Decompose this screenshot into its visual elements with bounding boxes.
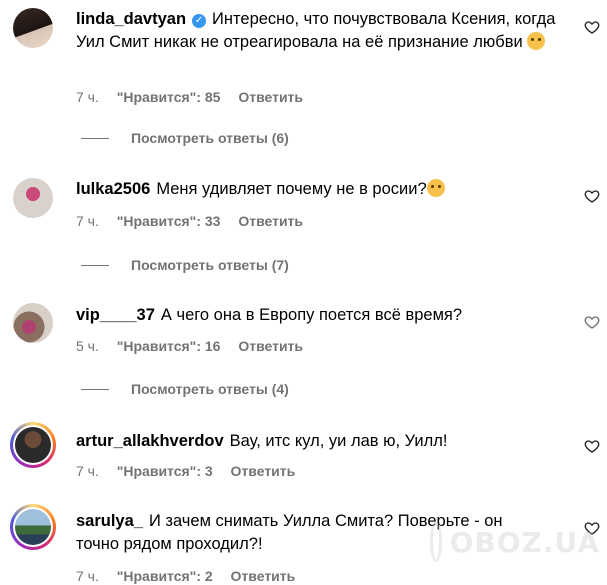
view-replies-button[interactable]: Посмотреть ответы (4) xyxy=(81,381,289,397)
username[interactable]: linda_davtyan xyxy=(76,10,186,28)
comment-text: Вау, итс кул, уи лав ю, Уилл! xyxy=(229,432,448,450)
comment-body: vip____37 А чего она в Европу поется всё … xyxy=(76,304,556,327)
hugging-face-icon xyxy=(527,32,546,50)
view-replies-button[interactable]: Посмотреть ответы (6) xyxy=(81,130,289,146)
avatar[interactable] xyxy=(13,8,53,48)
comment-meta: 7 ч. "Нравится": 3 Ответить xyxy=(76,463,309,479)
reply-button[interactable]: Ответить xyxy=(238,89,303,105)
avatar[interactable] xyxy=(13,303,53,343)
avatar[interactable] xyxy=(13,178,53,218)
reply-button[interactable]: Ответить xyxy=(238,338,303,354)
divider xyxy=(81,264,109,266)
view-replies-button[interactable]: Посмотреть ответы (7) xyxy=(81,257,289,273)
reply-button[interactable]: Ответить xyxy=(231,568,296,584)
comment-meta: 7 ч. "Нравится": 85 Ответить xyxy=(76,89,317,105)
timestamp: 7 ч. xyxy=(76,89,99,105)
comment-body: linda_davtyan ✓ Интересно, что почувствова… xyxy=(76,8,556,54)
likes-count[interactable]: "Нравится": 16 xyxy=(117,338,221,354)
view-replies-label: Посмотреть ответы (4) xyxy=(131,381,289,397)
timestamp: 5 ч. xyxy=(76,338,99,354)
avatar[interactable] xyxy=(10,422,56,468)
watermark-text: OBOZ.UA xyxy=(449,525,600,559)
timestamp: 7 ч. xyxy=(76,568,99,584)
username[interactable]: lulka2506 xyxy=(76,180,150,198)
comment-body: artur_allakhverdov Вау, итс кул, уи лав ю… xyxy=(76,430,556,453)
avatar[interactable] xyxy=(10,504,56,550)
watermark: OBOZ.UA xyxy=(430,520,600,564)
likes-count[interactable]: "Нравится": 85 xyxy=(117,89,221,105)
comment-body: lulka2506 Меня удивляет почему не в росии… xyxy=(76,178,556,201)
likes-count[interactable]: "Нравится": 3 xyxy=(117,463,213,479)
timestamp: 7 ч. xyxy=(76,213,99,229)
verified-badge-icon: ✓ xyxy=(192,14,207,28)
comment-meta: 5 ч. "Нравится": 16 Ответить xyxy=(76,338,317,354)
timestamp: 7 ч. xyxy=(76,463,99,479)
reply-button[interactable]: Ответить xyxy=(238,213,303,229)
username[interactable]: sarulya_ xyxy=(76,512,143,530)
divider xyxy=(81,388,109,390)
divider xyxy=(81,137,109,139)
view-replies-label: Посмотреть ответы (7) xyxy=(131,257,289,273)
username[interactable]: artur_allakhverdov xyxy=(76,432,224,450)
view-replies-label: Посмотреть ответы (6) xyxy=(131,130,289,146)
heart-icon[interactable] xyxy=(584,438,600,454)
comment-meta: 7 ч. "Нравится": 2 Ответить xyxy=(76,568,309,584)
comment-text: Меня удивляет почему не в росии? xyxy=(156,180,427,198)
reply-button[interactable]: Ответить xyxy=(231,463,296,479)
comment-text: А чего она в Европу поется всё время? xyxy=(160,306,463,324)
watermark-logo-icon xyxy=(430,522,442,562)
heart-icon[interactable] xyxy=(584,314,600,330)
username[interactable]: vip____37 xyxy=(76,306,155,324)
likes-count[interactable]: "Нравится": 2 xyxy=(117,568,213,584)
heart-icon[interactable] xyxy=(584,19,600,35)
comment-meta: 7 ч. "Нравится": 33 Ответить xyxy=(76,213,317,229)
thinking-face-icon xyxy=(426,179,445,197)
heart-icon[interactable] xyxy=(584,188,600,204)
likes-count[interactable]: "Нравится": 33 xyxy=(117,213,221,229)
